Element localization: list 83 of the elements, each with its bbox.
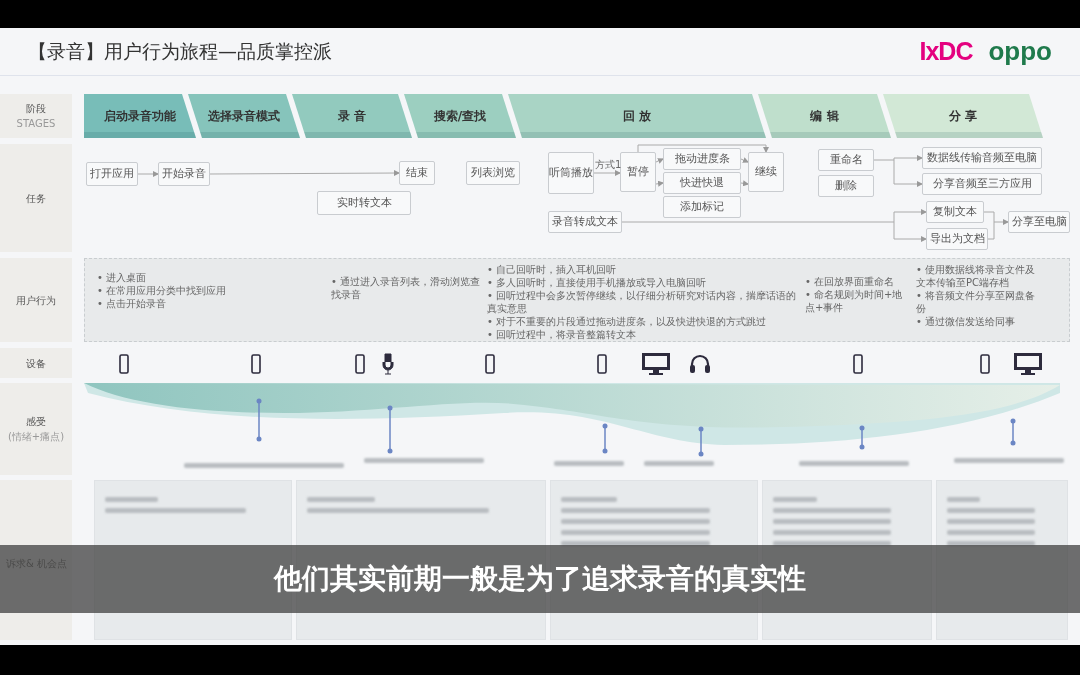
pain-point-pin xyxy=(387,405,393,454)
task-node: 添加标记 xyxy=(663,196,741,218)
behavior-item: • 多人回听时，直接使用手机播放或导入电脑回听 xyxy=(487,276,708,289)
microphone-icon xyxy=(382,352,394,375)
behavior-item: • 通过进入录音列表，滑动浏览查找录音 xyxy=(331,275,481,301)
phone-icon xyxy=(119,353,129,374)
task-node: 实时转文本 xyxy=(317,191,411,215)
task-node: 数据线传输音频至电脑 xyxy=(922,147,1042,169)
behavior-item: • 进入桌面 xyxy=(97,271,148,284)
row-label: 任务 xyxy=(26,191,46,206)
logo: oppo xyxy=(988,35,1052,68)
behavior-item: • 回听过程中会多次暂停继续，以仔细分析研究对话内容，揣摩话语的真实意思 xyxy=(487,289,798,315)
behavior-item: • 回听过程中，将录音整篇转文本 xyxy=(487,328,638,341)
row-label: 感受 xyxy=(26,415,46,429)
connector-line xyxy=(983,211,995,240)
task-node: 录音转成文本 xyxy=(548,211,622,233)
connector-arrow xyxy=(893,236,927,242)
subtitle: 他们其实前期一般是为了追求录音的真实性 xyxy=(274,561,806,597)
stage-banner: 录 音 xyxy=(292,94,412,138)
phone-icon xyxy=(485,353,495,374)
logo: IxDC xyxy=(919,35,973,67)
blurred-text xyxy=(554,461,624,466)
stage-banner: 搜索/查找 xyxy=(404,94,516,138)
behavior-item: • 将音频文件分享至网盘备份 xyxy=(916,289,1037,315)
row-label-sub: STAGES xyxy=(16,117,56,131)
task-node: 复制文本 xyxy=(926,201,984,223)
stage-banner: 回 放 xyxy=(508,94,766,138)
phone-icon xyxy=(597,353,607,374)
phone-icon xyxy=(251,353,261,374)
task-node: 暂停 xyxy=(620,152,656,192)
connector-arrow xyxy=(893,155,923,161)
task-node: 听筒播放 xyxy=(548,152,594,194)
behavior-item: • 命名规则为时间+地点+事件 xyxy=(805,288,904,314)
task-node: 重命名 xyxy=(818,149,874,171)
connector-label: 方式1 xyxy=(595,158,622,172)
task-node: 列表浏览 xyxy=(466,161,520,185)
pain-point-pin xyxy=(602,423,608,454)
connector-arrow xyxy=(593,170,621,176)
connector-arrow xyxy=(655,158,664,164)
behavior-item: • 在常用应用分类中找到应用 xyxy=(97,284,228,297)
connector-arrow xyxy=(893,209,927,215)
connector-arrow xyxy=(137,171,159,177)
phone-icon xyxy=(355,353,365,374)
task-node: 结束 xyxy=(399,161,435,185)
row-label-sub: (情绪+痛点) xyxy=(7,430,65,444)
monitor-icon xyxy=(641,351,671,376)
pain-point-pin xyxy=(698,426,704,457)
behavior-item: • 通过微信发送给同事 xyxy=(916,315,1017,328)
behavior-item: • 对于不重要的片段通过拖动进度条，以及快进快退的方式跳过 xyxy=(487,315,768,328)
stage-banner: 分 享 xyxy=(883,94,1043,138)
blurred-text xyxy=(644,461,714,466)
task-node: 开始录音 xyxy=(158,162,210,186)
task-node: 拖动进度条 xyxy=(663,148,741,170)
pain-point-pin xyxy=(256,398,262,442)
task-node: 分享至电脑 xyxy=(1008,211,1070,233)
stage-banner: 编 辑 xyxy=(758,94,891,138)
behavior-item: • 使用数据线将录音文件及文本传输至PC端存档 xyxy=(916,263,1037,289)
pain-point-pin xyxy=(1010,418,1016,446)
pain-point-pin xyxy=(859,425,865,450)
connector-arrow xyxy=(655,180,664,187)
task-node: 删除 xyxy=(818,175,874,197)
slide-title: 【录音】用户行为旅程—品质掌控派 xyxy=(28,39,332,65)
behavior-item: • 在回放界面重命名 xyxy=(805,275,896,288)
connector-arrow xyxy=(893,181,923,187)
task-node: 分享音频至三方应用 xyxy=(922,173,1042,195)
connector-arrow xyxy=(740,157,749,163)
behavior-item: • 点击开始录音 xyxy=(97,297,168,310)
phone-icon xyxy=(980,353,990,374)
task-node: 快进快退 xyxy=(663,172,741,194)
headphones-icon xyxy=(689,353,711,374)
connector-arrow xyxy=(993,219,1009,225)
row-label: 用户行为 xyxy=(16,293,56,308)
task-node: 打开应用 xyxy=(86,162,138,186)
behavior-item: • 自己回听时，插入耳机回听 xyxy=(487,263,618,276)
task-node: 导出为文档 xyxy=(926,228,988,250)
row-label: 设备 xyxy=(26,356,46,371)
phone-icon xyxy=(853,353,863,374)
stage-banner: 启动录音功能 xyxy=(84,94,196,138)
task-node: 继续 xyxy=(748,152,784,192)
row-label: 阶段 xyxy=(26,102,46,116)
stage-banner: 选择录音模式 xyxy=(188,94,300,138)
connector-arrow xyxy=(740,180,749,187)
monitor-icon xyxy=(1013,351,1043,376)
